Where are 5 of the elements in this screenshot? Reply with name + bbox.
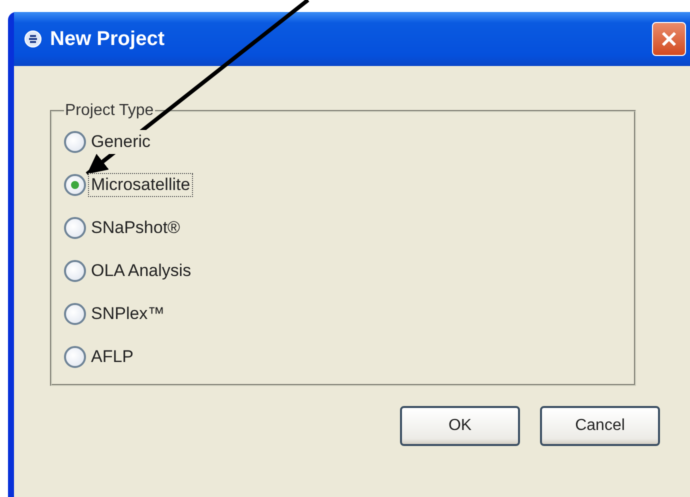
dialog-button[interactable]: OK xyxy=(400,406,520,446)
window-title: New Project xyxy=(50,28,166,50)
group-label: Project Type xyxy=(64,102,155,120)
dialog-button[interactable]: Cancel xyxy=(540,406,660,446)
radio-label[interactable]: Microsatellite xyxy=(88,172,194,196)
